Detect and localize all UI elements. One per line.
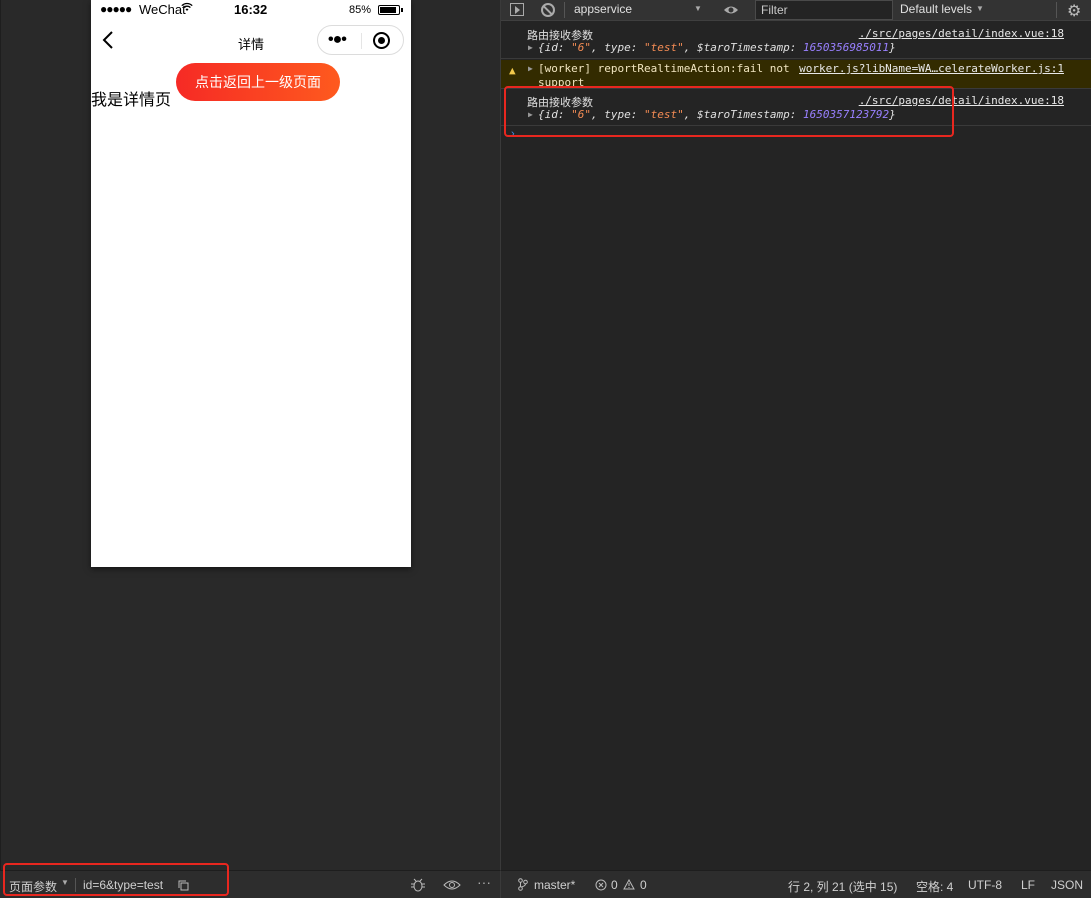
divider <box>1056 2 1057 18</box>
console-toolbar: appservice ▼ Filter Default levels ▼ ⚙ <box>501 0 1091 21</box>
copy-icon[interactable] <box>178 880 189 891</box>
simulator-panel: ●●●●● WeChat 16:32 85% 详情 •●• 我是详情页 点击返回… <box>0 0 500 870</box>
git-branch-icon[interactable] <box>518 878 528 894</box>
clock: 16:32 <box>234 2 268 17</box>
gear-icon[interactable]: ⚙ <box>1067 1 1081 21</box>
caret-down-icon[interactable]: ▼ <box>976 4 984 13</box>
carrier-label: WeChat <box>139 2 186 17</box>
more-icon[interactable]: ··· <box>477 874 491 890</box>
divider <box>564 2 565 18</box>
encoding[interactable]: UTF-8 <box>968 878 1002 892</box>
phone-screen: ●●●●● WeChat 16:32 85% 详情 •●• 我是详情页 点击返回… <box>91 0 411 567</box>
line-ending[interactable]: LF <box>1021 878 1035 892</box>
devtools-console: appservice ▼ Filter Default levels ▼ ⚙ 路… <box>500 0 1091 870</box>
git-branch[interactable]: master* <box>534 878 575 892</box>
log-source-link[interactable]: ./src/pages/detail/index.vue:18 <box>859 27 1064 40</box>
indentation[interactable]: 空格: 4 <box>916 878 953 895</box>
sidebar-toggle-icon[interactable] <box>510 3 524 16</box>
log-entry-warning: ▲ ▶ [worker] reportRealtimeAction:fail n… <box>501 60 1091 89</box>
nav-bar: 详情 •●• <box>91 20 411 64</box>
editor-status-bar: master* 0 0 行 2, 列 21 (选中 15) 空格: 4 UTF-… <box>500 870 1091 898</box>
return-button[interactable]: 点击返回上一级页面 <box>176 63 340 101</box>
context-select[interactable]: appservice <box>574 2 632 16</box>
error-icon[interactable] <box>595 879 607 894</box>
error-count[interactable]: 0 <box>611 878 618 892</box>
page-params-label[interactable]: 页面参数 <box>9 878 57 895</box>
menu-capsule: •●• <box>317 25 404 55</box>
eye-icon[interactable] <box>443 879 461 891</box>
language-mode[interactable]: JSON <box>1051 878 1083 892</box>
log-object[interactable]: {id: "6", type: "test", $taroTimestamp: … <box>538 41 896 54</box>
log-entry: 路由接收参数 ./src/pages/detail/index.vue:18 ▶… <box>501 23 1091 59</box>
expand-triangle-icon[interactable]: ▶ <box>528 43 533 52</box>
clear-console-icon[interactable] <box>541 3 555 17</box>
log-levels-select[interactable]: Default levels <box>900 2 972 16</box>
battery-icon <box>378 5 403 15</box>
filter-input[interactable]: Filter <box>755 0 893 20</box>
expand-triangle-icon[interactable]: ▶ <box>528 110 533 119</box>
target-close-icon[interactable] <box>373 32 390 49</box>
cursor-position[interactable]: 行 2, 列 21 (选中 15) <box>788 878 897 895</box>
log-source-link[interactable]: worker.js?libName=WA…celerateWorker.js:1 <box>799 62 1064 75</box>
signal-dots: ●●●●● <box>100 2 132 16</box>
log-object[interactable]: {id: "6", type: "test", $taroTimestamp: … <box>538 108 896 121</box>
battery-percent: 85% <box>349 4 372 16</box>
console-prompt[interactable]: › <box>511 128 515 140</box>
warning-icon[interactable] <box>623 878 635 893</box>
phone-status-bar: ●●●●● WeChat 16:32 85% <box>91 0 411 20</box>
expand-triangle-icon[interactable]: ▶ <box>528 64 533 73</box>
page-params-value: id=6&type=test <box>83 878 164 892</box>
warning-count[interactable]: 0 <box>640 878 647 892</box>
log-message: [worker] reportRealtimeAction:fail not s… <box>538 62 790 89</box>
warning-icon: ▲ <box>509 64 516 77</box>
page-params-bar: 页面参数 ▼ id=6&type=test ··· <box>0 870 500 898</box>
live-expression-eye-icon[interactable] <box>723 4 739 16</box>
detail-page-text: 我是详情页 <box>91 92 172 109</box>
caret-down-icon[interactable]: ▼ <box>694 4 702 13</box>
capsule-divider <box>361 33 362 49</box>
divider <box>75 878 76 892</box>
wifi-icon <box>181 1 193 15</box>
caret-down-icon[interactable]: ▼ <box>61 878 69 887</box>
log-source-link[interactable]: ./src/pages/detail/index.vue:18 <box>859 94 1064 107</box>
bug-icon[interactable] <box>410 878 426 892</box>
log-entry: 路由接收参数 ./src/pages/detail/index.vue:18 ▶… <box>501 90 1091 126</box>
more-dots-icon[interactable]: •●• <box>328 31 347 49</box>
